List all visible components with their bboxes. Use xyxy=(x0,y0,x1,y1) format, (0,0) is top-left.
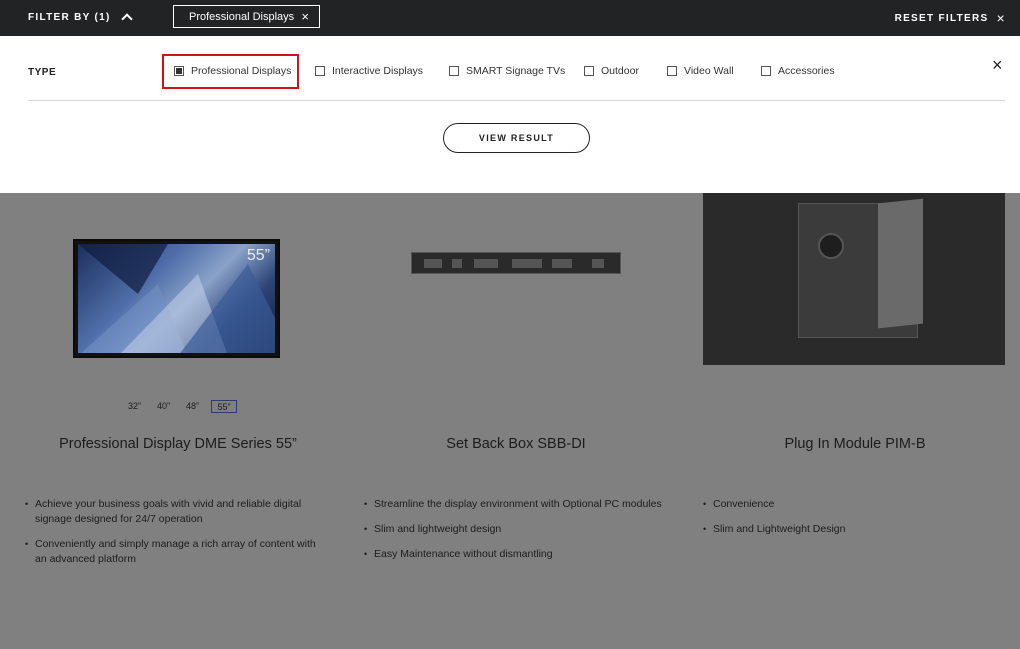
feature-item: Slim and lightweight design xyxy=(364,522,674,537)
option-accessories[interactable]: Accessories xyxy=(761,65,835,77)
reset-filters-label: RESET FILTERS xyxy=(894,12,989,24)
display-wallpaper xyxy=(78,244,275,353)
size-selector: 32” 40” 48” 55” xyxy=(120,400,237,413)
option-interactive-displays[interactable]: Interactive Displays xyxy=(315,65,423,77)
checkbox[interactable] xyxy=(584,66,594,76)
port-shape xyxy=(592,259,604,268)
option-label: Interactive Displays xyxy=(332,65,424,77)
checkbox[interactable] xyxy=(174,66,184,76)
product-image-plug-in-module[interactable] xyxy=(703,193,1005,365)
product-features: Streamline the display environment with … xyxy=(364,497,674,572)
active-filter-chip[interactable]: Professional Displays × xyxy=(173,5,320,28)
filter-by-toggle[interactable]: FILTER BY (1) xyxy=(28,11,133,25)
close-panel-icon[interactable]: × xyxy=(992,56,1003,74)
checkbox[interactable] xyxy=(667,66,677,76)
product-features: Achieve your business goals with vivid a… xyxy=(25,497,330,577)
feature-item: Achieve your business goals with vivid a… xyxy=(25,497,330,527)
product-title[interactable]: Set Back Box SBB-DI xyxy=(356,436,676,452)
size-option[interactable]: 40” xyxy=(149,400,178,413)
feature-item: Easy Maintenance without dismantling xyxy=(364,547,674,562)
product-features: Convenience Slim and Lightweight Design xyxy=(703,497,1003,547)
chevron-up-icon xyxy=(120,13,133,25)
close-icon[interactable]: × xyxy=(301,10,309,23)
port-shape xyxy=(552,259,572,268)
divider xyxy=(28,100,1005,101)
port-shape xyxy=(474,259,498,268)
filter-by-label: FILTER BY (1) xyxy=(28,11,111,23)
module-door xyxy=(878,198,923,329)
close-icon: × xyxy=(996,10,1006,26)
option-label: Video Wall xyxy=(684,65,734,77)
option-label: Professional Displays xyxy=(191,65,292,77)
port-shape xyxy=(512,259,542,268)
size-option[interactable]: 48” xyxy=(178,400,207,413)
port-shape xyxy=(452,259,462,268)
display-screen xyxy=(78,244,275,353)
checkbox[interactable] xyxy=(761,66,771,76)
size-option-selected[interactable]: 55” xyxy=(211,400,237,413)
option-outdoor[interactable]: Outdoor xyxy=(584,65,639,77)
fan-shape xyxy=(818,233,844,259)
active-filter-chip-label: Professional Displays xyxy=(189,10,295,23)
option-professional-displays[interactable]: Professional Displays xyxy=(174,65,291,77)
feature-item: Convenience xyxy=(703,497,1003,512)
option-smart-signage-tvs[interactable]: SMART Signage TVs xyxy=(449,65,565,77)
filter-bar: FILTER BY (1) Professional Displays × RE… xyxy=(0,0,1020,36)
port-shape xyxy=(424,259,442,268)
feature-item: Streamline the display environment with … xyxy=(364,497,674,512)
checkbox[interactable] xyxy=(315,66,325,76)
option-label: SMART Signage TVs xyxy=(466,65,566,77)
option-video-wall[interactable]: Video Wall xyxy=(667,65,734,77)
size-option[interactable]: 32” xyxy=(120,400,149,413)
feature-item: Slim and Lightweight Design xyxy=(703,522,1003,537)
filter-panel: TYPE Professional Displays Interactive D… xyxy=(0,36,1020,193)
view-result-button[interactable]: VIEW RESULT xyxy=(443,123,590,153)
product-title[interactable]: Professional Display DME Series 55” xyxy=(18,436,338,452)
type-heading: TYPE xyxy=(28,67,57,78)
reset-filters-button[interactable]: RESET FILTERS × xyxy=(895,11,1006,25)
option-label: Accessories xyxy=(778,65,835,77)
display-size-tag: 55” xyxy=(246,247,270,264)
product-image-set-back-box[interactable] xyxy=(411,252,621,274)
feature-item: Conveniently and simply manage a rich ar… xyxy=(25,537,330,567)
product-image-display[interactable]: 55” xyxy=(73,239,280,358)
product-title[interactable]: Plug In Module PIM-B xyxy=(695,436,1015,452)
option-label: Outdoor xyxy=(601,65,639,77)
checkbox[interactable] xyxy=(449,66,459,76)
